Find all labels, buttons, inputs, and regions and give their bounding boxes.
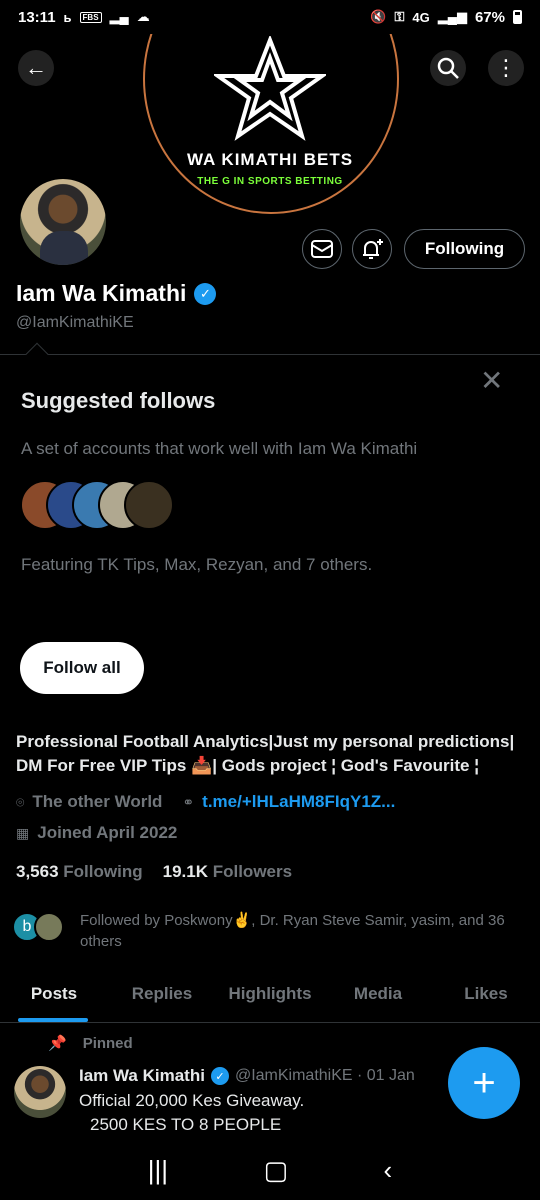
fbs-icon: FBS — [79, 11, 102, 23]
close-icon[interactable]: ✕ — [480, 364, 503, 397]
profile-bio: Professional Football Analytics|Just my … — [16, 730, 526, 778]
follow-counts: 3,563 Following 19.1K Followers — [16, 862, 292, 882]
status-bar: 13:11 ь FBS ▂▄ ☁ 🔇 ⚿ 4G ▂▄▆ 67% — [0, 0, 540, 34]
tab-posts[interactable]: Posts — [0, 968, 108, 1022]
pinned-indicator: 📌 Pinned — [48, 1034, 133, 1053]
verified-badge-icon: ✓ — [210, 1067, 229, 1085]
followed-by[interactable]: b Followed by Poskwony✌️, Dr. Ryan Steve… — [12, 910, 530, 952]
signal-strength-icon: ▂▄▆ — [437, 9, 467, 24]
profile-handle: @IamKimathiKE — [16, 314, 134, 331]
back-button[interactable]: ← — [18, 50, 54, 86]
suggested-featuring: Featuring TK Tips, Max, Rezyan, and 7 ot… — [21, 555, 373, 574]
followers-count: 19.1K — [162, 862, 208, 881]
post-text: Official 20,000 Kes Giveaway. — [79, 1091, 305, 1110]
follow-all-button[interactable]: Follow all — [20, 642, 144, 694]
followed-by-text: Followed by Poskwony✌️, Dr. Ryan Steve S… — [80, 912, 505, 950]
profile-location: The other World — [32, 792, 163, 811]
divider — [0, 354, 540, 355]
followed-by-avatars: b — [12, 910, 72, 944]
profile-joined: Joined April 2022 — [37, 823, 178, 842]
profile-avatar[interactable] — [17, 176, 109, 268]
b-icon: ь — [63, 9, 72, 25]
post-header: Iam Wa Kimathi ✓ @IamKimathiKE · 01 Jan — [79, 1066, 415, 1086]
profile-tabs: Posts Replies Highlights Media Likes — [0, 968, 540, 1023]
message-button[interactable] — [302, 229, 342, 269]
link-icon: ⚭ — [182, 793, 195, 810]
post-text: 2500 KES TO 8 PEOPLE — [90, 1115, 282, 1134]
status-time: 13:11 — [18, 8, 56, 26]
battery-icon — [513, 10, 522, 24]
avatar — [34, 912, 64, 942]
location-pin-icon: ⌾ — [16, 793, 25, 810]
suggested-follows-description: A set of accounts that work well with Ia… — [21, 439, 418, 458]
calendar-icon: ▦ — [16, 824, 30, 841]
avatar — [124, 480, 174, 530]
tab-media[interactable]: Media — [324, 968, 432, 1022]
following-button[interactable]: Following — [404, 229, 525, 269]
more-vertical-icon: ⋮ — [495, 55, 517, 80]
search-button[interactable] — [430, 50, 466, 86]
suggested-follows-title: Suggested follows — [21, 388, 216, 413]
bio-line: DM For Free VIP Tips 📥| Gods project ¦ G… — [16, 756, 479, 775]
star-logo-icon — [214, 36, 326, 141]
mail-icon — [311, 240, 333, 258]
mute-icon: 🔇 — [370, 9, 387, 24]
notifications-button[interactable] — [352, 229, 392, 269]
followers-label: Followers — [212, 862, 293, 881]
following-count: 3,563 — [16, 862, 59, 881]
banner-title: WA KIMATHI BETS — [186, 150, 354, 169]
tab-likes[interactable]: Likes — [432, 968, 540, 1022]
suggested-avatars[interactable] — [20, 480, 174, 530]
following-label: Following — [63, 862, 143, 881]
more-options-button[interactable]: ⋮ — [488, 50, 524, 86]
back-icon[interactable]: ‹ — [384, 1155, 393, 1186]
network-type: 4G — [412, 9, 430, 25]
pinned-label: Pinned — [82, 1034, 133, 1052]
bio-line: Professional Football Analytics|Just my … — [16, 732, 515, 751]
following-count-link[interactable]: 3,563 Following — [16, 862, 143, 882]
compose-button[interactable]: + — [448, 1047, 520, 1119]
home-icon[interactable]: ▢ — [263, 1155, 288, 1186]
bell-plus-icon — [363, 239, 383, 259]
profile-name-row: Iam Wa Kimathi ✓ — [16, 280, 217, 307]
key-icon: ⚿ — [394, 9, 405, 24]
system-nav-bar: ||| ▢ ‹ — [0, 1140, 540, 1200]
tab-highlights[interactable]: Highlights — [216, 968, 324, 1022]
post-avatar[interactable] — [14, 1066, 66, 1118]
profile-name: Iam Wa Kimathi — [16, 280, 187, 306]
verified-badge-icon[interactable]: ✓ — [194, 282, 217, 305]
battery-percent: 67% — [474, 8, 505, 26]
followers-count-link[interactable]: 19.1K Followers — [163, 862, 292, 882]
profile-joined-row: ▦ Joined April 2022 — [16, 823, 177, 843]
recent-apps-icon[interactable]: ||| — [148, 1155, 168, 1186]
signal-icon: ▂▄ — [109, 9, 129, 24]
post-author[interactable]: Iam Wa Kimathi — [79, 1066, 205, 1086]
cloud-icon: ☁ — [136, 9, 150, 24]
pin-icon: 📌 — [48, 1035, 67, 1052]
search-icon — [437, 57, 459, 79]
profile-meta-row: ⌾ The other World ⚭ t.me/+lHLaHM8FIqY1Z.… — [16, 792, 395, 812]
tab-replies[interactable]: Replies — [108, 968, 216, 1022]
post-handle-date: @IamKimathiKE · 01 Jan — [234, 1067, 415, 1084]
profile-link[interactable]: t.me/+lHLaHM8FIqY1Z... — [202, 792, 395, 812]
arrow-left-icon: ← — [25, 55, 47, 80]
suggestion-notch — [25, 342, 49, 366]
